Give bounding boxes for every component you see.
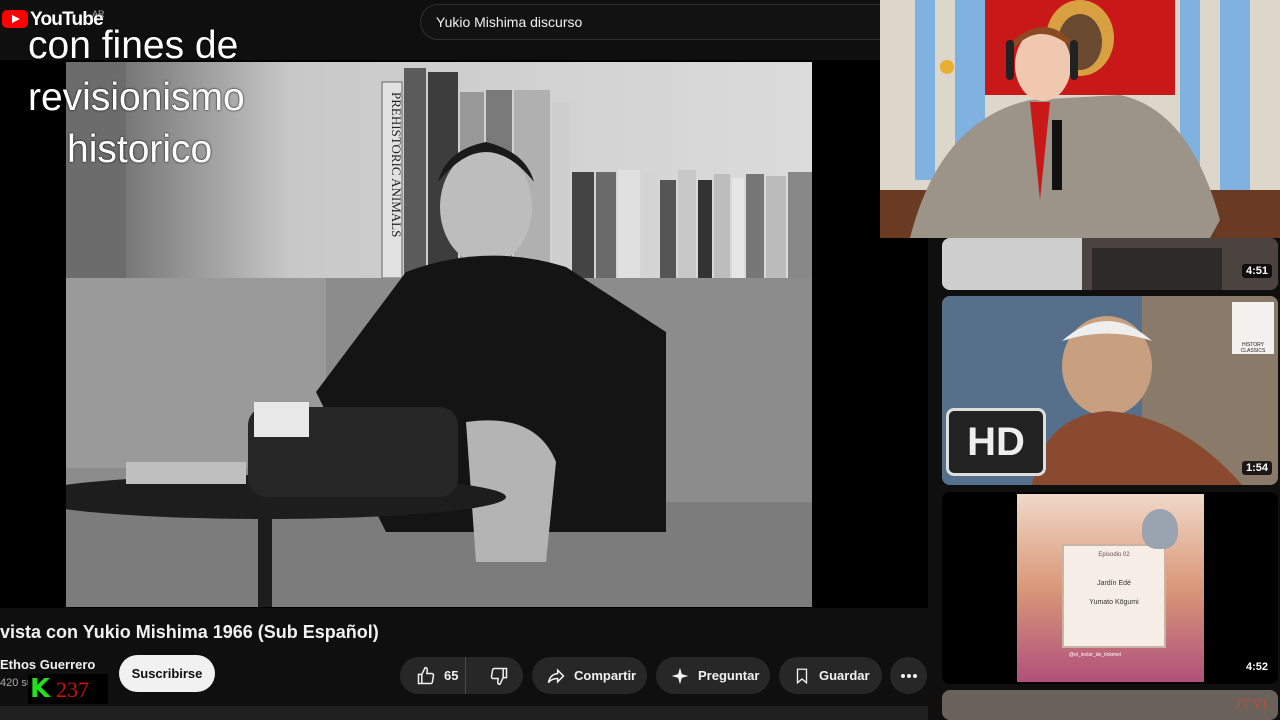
recommendation-3-image: Episodio 02 Jardín Edé Yumato Kōgumi @el… bbox=[1017, 494, 1204, 682]
card-line-3: Yumato Kōgumi bbox=[1089, 599, 1139, 606]
overlay-caption-line-3: historico bbox=[67, 128, 213, 171]
save-label: Guardar bbox=[819, 668, 870, 683]
ask-label: Preguntar bbox=[698, 668, 760, 683]
card-line-2: Jardín Edé bbox=[1097, 580, 1131, 587]
book-spine-text: PREHISTORIC ANIMALS bbox=[389, 92, 404, 237]
recommendation-thumbnail-2[interactable]: HD HISTORY CLASSICS 1:54 bbox=[942, 296, 1278, 485]
hd-badge: HD bbox=[946, 408, 1046, 476]
description-box-edge bbox=[0, 706, 928, 720]
thumbs-up-icon bbox=[416, 666, 436, 686]
channel-watermark: HISTORY CLASSICS bbox=[1240, 342, 1266, 354]
kick-viewer-badge: K 237 bbox=[28, 674, 108, 704]
subscribe-button[interactable]: Suscribirse bbox=[119, 655, 215, 692]
like-count: 65 bbox=[444, 668, 459, 683]
dislike-button[interactable] bbox=[474, 657, 523, 694]
kick-viewer-count: 237 bbox=[56, 677, 89, 702]
country-code: AR bbox=[92, 9, 105, 19]
duration-badge: 1:54 bbox=[1241, 461, 1272, 475]
like-dislike-group: 65 bbox=[400, 657, 523, 694]
kick-logo-icon: K bbox=[30, 674, 51, 704]
search-input-value[interactable]: Yukio Mishima discurso bbox=[436, 14, 582, 30]
recommendation-thumbnail-3[interactable]: Episodio 02 Jardín Edé Yumato Kōgumi @el… bbox=[942, 492, 1278, 684]
youtube-logo-icon[interactable] bbox=[2, 10, 28, 28]
more-horizontal-icon bbox=[900, 673, 918, 679]
cat-illustration bbox=[1142, 509, 1178, 549]
card-line-1: Episodio 02 bbox=[1098, 552, 1130, 558]
webcam-image bbox=[880, 0, 1280, 238]
thumbs-down-icon bbox=[489, 666, 509, 686]
overlay-caption-line-1: con fines de bbox=[28, 24, 239, 67]
channel-name[interactable]: Ethos Guerrero bbox=[0, 657, 95, 672]
sparkle-icon bbox=[670, 666, 690, 686]
card-handle: @el_lector_de_tinkimei bbox=[1069, 652, 1122, 658]
save-button[interactable]: Guardar bbox=[779, 657, 882, 694]
overlay-caption-line-2: revisionismo bbox=[28, 76, 245, 119]
duration-badge: 4:51 bbox=[1241, 264, 1272, 278]
share-button[interactable]: Compartir bbox=[532, 657, 647, 694]
recommendation-4-corner-text: JT V1 bbox=[1236, 696, 1268, 711]
bookmark-icon bbox=[793, 666, 811, 686]
recommendation-1-image bbox=[942, 238, 1278, 290]
duration-badge: 4:52 bbox=[1241, 660, 1272, 674]
share-arrow-icon bbox=[546, 666, 566, 686]
streamer-webcam bbox=[880, 0, 1280, 238]
ask-button[interactable]: Preguntar bbox=[656, 657, 770, 694]
more-actions-button[interactable] bbox=[890, 657, 927, 694]
card-frame: Episodio 02 Jardín Edé Yumato Kōgumi bbox=[1062, 544, 1166, 648]
like-button[interactable]: 65 bbox=[400, 657, 467, 694]
recommendation-thumbnail-1[interactable]: 4:51 bbox=[942, 238, 1278, 290]
recommendation-thumbnail-4[interactable]: JT V1 bbox=[942, 690, 1278, 720]
share-label: Compartir bbox=[574, 668, 637, 683]
video-title: vista con Yukio Mishima 1966 (Sub Españo… bbox=[0, 622, 379, 642]
